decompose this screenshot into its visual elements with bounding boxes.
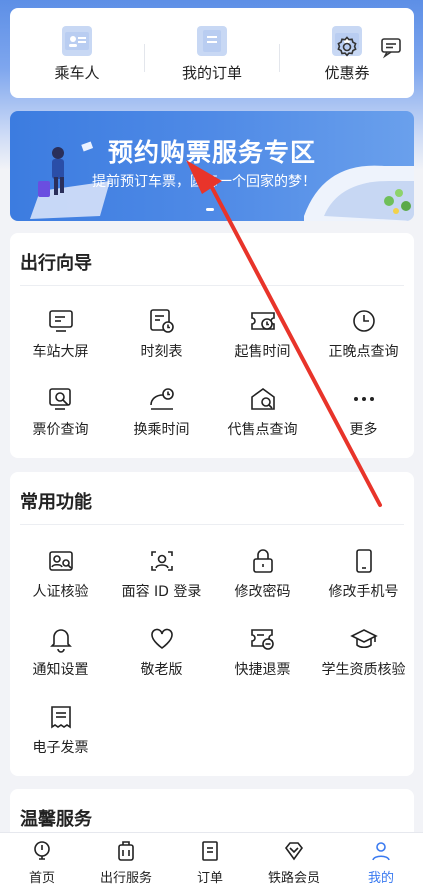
bottom-tab-bar: 首页 出行服务 订单 铁路会员 我的 (0, 832, 423, 894)
tab-mine-label: 我的 (367, 871, 394, 886)
agency-query-entry[interactable]: 代售点查询 (212, 385, 313, 439)
banner-title: 预约购票服务专区 (107, 138, 316, 167)
my-orders-entry[interactable]: 我的订单 (145, 8, 279, 98)
tab-railway-member-label: 铁路会员 (267, 871, 320, 886)
delay-query-label: 正晚点查询 (328, 344, 399, 360)
invoice-icon (50, 706, 71, 729)
common-functions-title: 常用功能 (20, 492, 92, 513)
fare-icon (48, 388, 71, 410)
quick-refund-label: 快捷退票 (234, 662, 291, 678)
transfer-icon (149, 388, 174, 410)
tab-travel-service-label: 出行服务 (99, 871, 152, 886)
transfer-time-entry[interactable]: 换乘时间 (111, 385, 212, 439)
elderly-mode-entry[interactable]: 敬老版 (111, 625, 212, 679)
sale-time-entry[interactable]: 起售时间 (212, 307, 313, 361)
e-invoice-label: 电子发票 (32, 740, 89, 756)
member-icon (284, 842, 304, 861)
face-id-icon (150, 551, 173, 571)
quick-refund-entry[interactable]: 快捷退票 (212, 625, 313, 679)
agency-query-label: 代售点查询 (227, 422, 298, 438)
more-label: 更多 (349, 422, 378, 438)
banner-pager-dot (206, 208, 214, 211)
notification-settings-entry[interactable]: 通知设置 (10, 625, 111, 679)
travel-service-icon (118, 841, 134, 861)
change-phone-label: 修改手机号 (328, 584, 399, 600)
e-invoice-entry[interactable]: 电子发票 (10, 703, 111, 757)
refund-icon (250, 629, 274, 650)
change-phone-entry[interactable]: 修改手机号 (313, 547, 414, 601)
home-icon (34, 841, 50, 860)
station-screen-entry[interactable]: 车站大屏 (10, 307, 111, 361)
profile-icon (372, 842, 390, 861)
tab-mine[interactable]: 我的 (339, 839, 423, 886)
agency-icon (250, 388, 275, 410)
timetable-label: 时刻表 (140, 344, 183, 360)
change-password-entry[interactable]: 修改密码 (212, 547, 313, 601)
common-functions-card: 常用功能 人证核验 面容 ID 登录 修改密码 修改手机号 通知设置 敬老版 快… (10, 472, 414, 776)
station-screen-label: 车站大屏 (32, 344, 89, 360)
heart-icon (150, 628, 173, 649)
id-verify-entry[interactable]: 人证核验 (10, 547, 111, 601)
more-entry[interactable]: 更多 (313, 385, 414, 439)
tab-orders[interactable]: 订单 (168, 839, 252, 886)
settings-icon[interactable] (334, 34, 360, 60)
divider (20, 524, 404, 525)
sale-time-label: 起售时间 (234, 344, 291, 360)
tab-travel-service[interactable]: 出行服务 (84, 839, 168, 886)
tab-railway-member[interactable]: 铁路会员 (252, 839, 336, 886)
tab-home-label: 首页 (28, 871, 55, 886)
message-icon[interactable] (378, 34, 404, 60)
travel-guide-card: 出行向导 车站大屏 时刻表 起售时间 正晚点查询 票价查询 换乘时间 代售点查询… (10, 233, 414, 458)
notification-settings-label: 通知设置 (32, 662, 89, 678)
banner-subtitle: 提前预订车票，圆每一个回家的梦！ (92, 174, 316, 190)
station-screen-icon (48, 310, 73, 332)
delay-query-entry[interactable]: 正晚点查询 (313, 307, 414, 361)
order-icon (197, 26, 227, 56)
phone-icon (355, 549, 372, 573)
timetable-icon (149, 309, 174, 333)
clock-icon (352, 310, 375, 332)
id-verify-icon (48, 551, 73, 571)
transfer-time-label: 换乘时间 (133, 422, 190, 438)
student-verify-entry[interactable]: 学生资质核验 (313, 625, 414, 679)
booking-banner[interactable]: 预约购票服务专区 提前预订车票，圆每一个回家的梦！ (10, 111, 414, 221)
passenger-icon (62, 26, 92, 56)
id-verify-label: 人证核验 (32, 584, 89, 600)
tab-home[interactable]: 首页 (0, 839, 84, 886)
bell-icon (49, 629, 72, 653)
fare-query-entry[interactable]: 票价查询 (10, 385, 111, 439)
passenger-entry[interactable]: 乘车人 (10, 8, 144, 98)
warm-service-title: 温馨服务 (20, 809, 92, 830)
fare-query-label: 票价查询 (32, 422, 89, 438)
graduation-cap-icon (349, 629, 378, 649)
change-password-label: 修改密码 (234, 584, 291, 600)
timetable-entry[interactable]: 时刻表 (111, 307, 212, 361)
face-id-label: 面容 ID 登录 (121, 584, 202, 600)
order-tab-icon (202, 841, 218, 861)
lock-icon (252, 549, 273, 573)
travel-guide-title: 出行向导 (20, 253, 92, 274)
divider (20, 285, 404, 286)
face-id-entry[interactable]: 面容 ID 登录 (111, 547, 212, 601)
passenger-label: 乘车人 (54, 64, 100, 82)
coupon-label: 优惠券 (324, 64, 370, 82)
student-verify-label: 学生资质核验 (321, 662, 406, 678)
sale-time-icon (250, 312, 275, 330)
my-orders-label: 我的订单 (181, 64, 242, 82)
tab-orders-label: 订单 (196, 871, 223, 886)
more-icon (353, 397, 374, 401)
elderly-mode-label: 敬老版 (140, 662, 183, 678)
